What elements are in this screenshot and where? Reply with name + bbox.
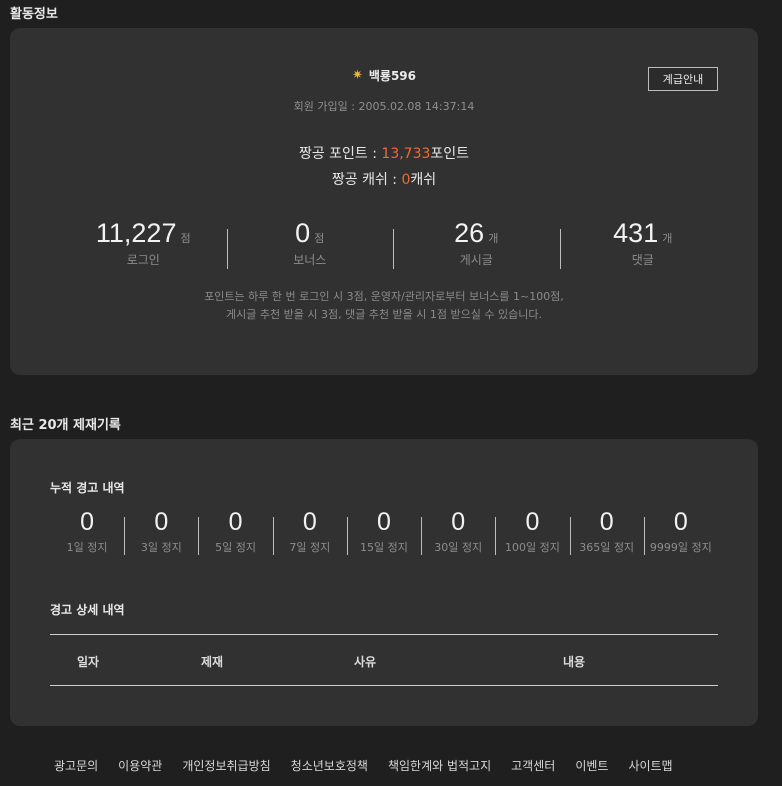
warning-count-item: 0 15일 정지 xyxy=(346,508,421,555)
warning-label: 30일 정지 xyxy=(434,541,483,554)
cash-label: 짱공 캐쉬 : xyxy=(331,172,402,188)
cash-line: 짱공 캐쉬 : 0캐쉬 xyxy=(10,169,758,189)
warning-count: 0 xyxy=(228,508,243,536)
footer-links: 광고문의 이용약관 개인정보취급방침 청소년보호정책 책임한계와 법적고지 고객… xyxy=(54,757,693,774)
stat-posts: 26 개 게시글 xyxy=(393,218,560,269)
activity-stats: 11,227 점 로그인 0점 보너스 26 개 게시글 431 개 댓글 xyxy=(60,218,727,269)
stat-label: 댓글 xyxy=(631,253,654,267)
notice-line: 게시글 추천 받을 시 3점, 댓글 추천 받을 시 1점 받으실 수 있습니다… xyxy=(226,308,542,321)
points-value: 13,733 xyxy=(381,146,431,162)
warning-count-item: 0 30일 정지 xyxy=(421,508,495,555)
cumulative-warnings-title: 누적 경고 내역 xyxy=(50,481,125,495)
nickname-row: ✷ 백룡596 xyxy=(10,67,758,84)
stat-unit: 개 xyxy=(488,232,499,245)
warning-detail-table: 일자 제재 사유 내용 xyxy=(50,634,718,686)
footer-link-legal[interactable]: 책임한계와 법적고지 xyxy=(388,757,491,774)
warning-count: 0 xyxy=(673,508,688,536)
points-label: 짱공 포인트 : xyxy=(298,146,382,162)
warning-count-item: 0 5일 정지 xyxy=(198,508,272,555)
warning-count-item: 0 7일 정지 xyxy=(272,508,347,555)
warning-count-item: 0 100일 정지 xyxy=(495,508,569,555)
warning-label: 5일 정지 xyxy=(215,541,256,554)
warning-count: 0 xyxy=(154,508,169,536)
stat-unit: 개 xyxy=(662,232,673,245)
warning-count: 0 xyxy=(302,508,317,536)
points-line: 짱공 포인트 : 13,733포인트 xyxy=(10,143,758,163)
warning-label: 365일 정지 xyxy=(579,541,635,554)
warning-count: 0 xyxy=(451,508,466,536)
stat-value: 0 xyxy=(295,218,311,248)
stat-label: 보너스 xyxy=(293,253,327,267)
warning-detail-title: 경고 상세 내역 xyxy=(50,603,125,617)
stat-value: 26 xyxy=(454,218,485,248)
footer-link-ad[interactable]: 광고문의 xyxy=(54,757,98,774)
warning-label: 3일 정지 xyxy=(140,541,182,554)
warning-count-item: 0 365일 정지 xyxy=(569,508,644,555)
points-unit: 포인트 xyxy=(430,146,470,162)
sanctions-panel: 누적 경고 내역 0 1일 정지 0 3일 정지 0 5일 정지 0 7일 정지 0 15… xyxy=(10,439,758,726)
footer-link-privacy[interactable]: 개인정보취급방침 xyxy=(182,757,270,774)
warning-count-item: 0 9999일 정지 xyxy=(643,508,718,555)
stat-value: 11,227 xyxy=(95,218,177,248)
column-header-content: 내용 xyxy=(563,655,586,669)
join-date: 회원 가입일 : 2005.02.08 14:37:14 xyxy=(293,100,475,113)
footer-link-terms[interactable]: 이용약관 xyxy=(118,757,162,774)
warning-count: 0 xyxy=(377,508,391,536)
warning-label: 1일 정지 xyxy=(66,541,108,554)
stat-label: 로그인 xyxy=(126,253,160,267)
stat-bonus: 0점 보너스 xyxy=(226,218,394,269)
cash-unit: 캐쉬 xyxy=(410,172,437,188)
warning-count: 0 xyxy=(525,508,540,536)
stat-unit: 점 xyxy=(314,232,325,245)
warning-label: 15일 정지 xyxy=(360,541,408,554)
level-guide-button[interactable]: 계급안내 xyxy=(648,67,718,91)
stat-unit: 점 xyxy=(180,232,191,245)
stat-login: 11,227 점 로그인 xyxy=(60,218,227,268)
warning-count: 0 xyxy=(599,508,614,536)
notice-line: 포인트는 하루 한 번 로그인 시 3점, 운영자/관리자로부터 보너스를 1~… xyxy=(204,290,564,303)
stat-comments: 431 개 댓글 xyxy=(559,218,727,269)
warning-label: 9999일 정지 xyxy=(649,541,712,554)
warning-label: 100일 정지 xyxy=(504,541,560,554)
warning-counts: 0 1일 정지 0 3일 정지 0 5일 정지 0 7일 정지 0 15일 정지 0 30일… xyxy=(50,508,718,555)
activity-section-title: 활동정보 xyxy=(10,7,58,22)
level-star-icon: ✷ xyxy=(351,68,363,83)
column-header-reason: 사유 xyxy=(354,655,377,669)
nickname: 백룡596 xyxy=(368,69,417,83)
activity-panel: ✷ 백룡596 계급안내 회원 가입일 : 2005.02.08 14:37:1… xyxy=(10,28,758,375)
column-header-date: 일자 xyxy=(77,655,100,669)
stat-label: 게시글 xyxy=(459,253,493,267)
footer-link-youth[interactable]: 청소년보호정책 xyxy=(291,757,368,774)
warning-count: 0 xyxy=(80,508,95,536)
stat-value: 431 xyxy=(613,218,659,248)
sanctions-section-title: 최근 20개 제재기록 xyxy=(10,418,121,433)
footer-link-sitemap[interactable]: 사이트맵 xyxy=(628,757,672,774)
warning-label: 7일 정지 xyxy=(289,541,331,554)
column-header-sanction: 제재 xyxy=(201,655,224,669)
footer-link-event[interactable]: 이벤트 xyxy=(575,757,608,774)
footer-link-support[interactable]: 고객센터 xyxy=(511,757,555,774)
warning-count-item: 0 3일 정지 xyxy=(124,508,198,555)
points-notice: 포인트는 하루 한 번 로그인 시 3점, 운영자/관리자로부터 보너스를 1~… xyxy=(10,288,758,324)
warning-count-item: 0 1일 정지 xyxy=(50,508,124,555)
